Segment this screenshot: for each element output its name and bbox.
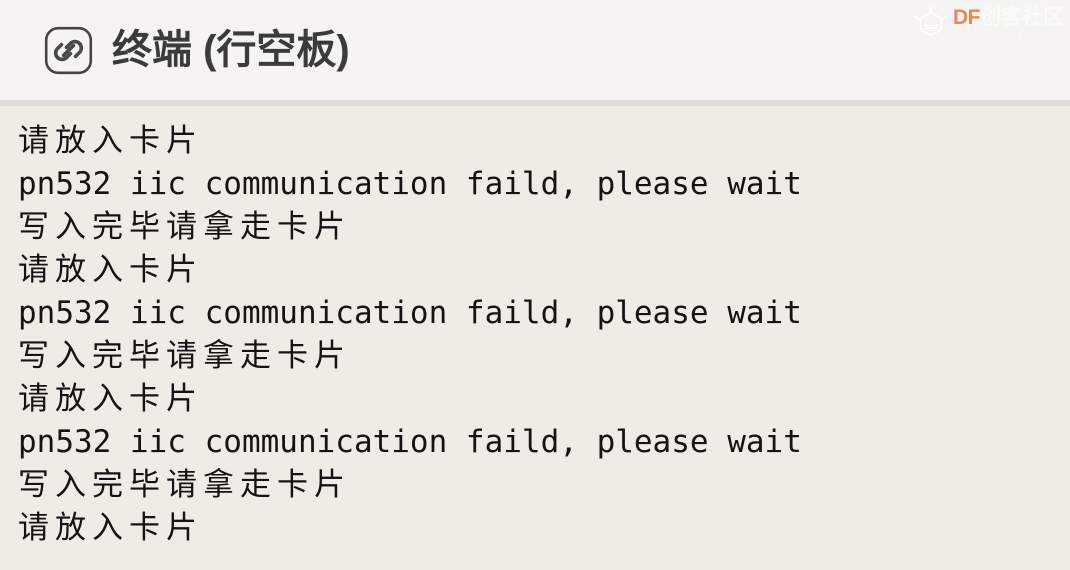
terminal-line: 请放入卡片 — [18, 252, 203, 288]
terminal-line: 写入完毕请拿走卡片 — [18, 467, 351, 503]
terminal-line: 请放入卡片 — [18, 510, 203, 546]
link-icon — [44, 26, 93, 75]
terminal-line: 写入完毕请拿走卡片 — [18, 338, 351, 374]
terminal-line: 请放入卡片 — [18, 123, 203, 159]
terminal-output[interactable]: 请放入卡片 pn532 iic communication faild, plea… — [0, 106, 1070, 570]
terminal-line: pn532 iic communication faild, please wa… — [18, 166, 802, 202]
terminal-window: 终端 (行空板) DF 创客社区 mc.DFRobot.com.cn 请放入卡片… — [0, 0, 1070, 570]
terminal-line: 请放入卡片 — [18, 381, 203, 417]
terminal-line: pn532 iic communication faild, please wa… — [18, 295, 802, 331]
terminal-line: pn532 iic communication faild, please wa… — [18, 424, 802, 460]
page-title: 终端 (行空板) — [112, 28, 350, 72]
titlebar: 终端 (行空板) — [0, 0, 1070, 100]
terminal-line: 写入完毕请拿走卡片 — [18, 209, 351, 245]
